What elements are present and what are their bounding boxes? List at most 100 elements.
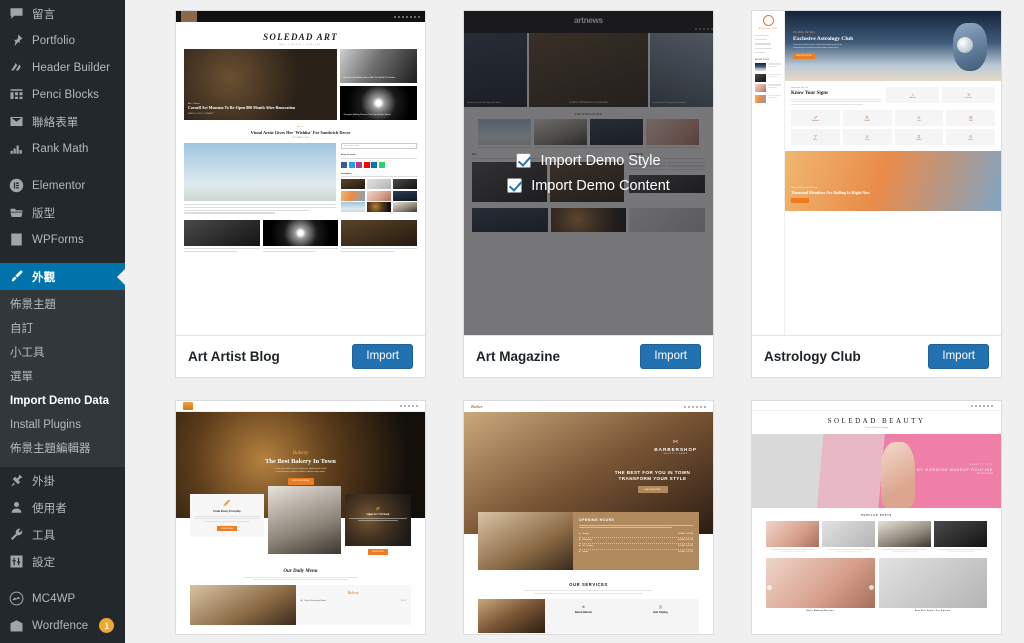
sidebar-separator [0,162,125,172]
sidebar-item-header-builder[interactable]: Header Builder [0,54,125,81]
hours-day: Monday [582,533,589,536]
banner-title: Thousand Members Are Rolling In Right No… [791,190,871,196]
feature-title: Open At 7 O'Clock [366,513,390,516]
demo-card-art-artist-blog[interactable]: SOLEDAD ART ART / BLOG / DIGITAL Art • C… [175,10,426,378]
hours-time: 8:00 AM - 9:00 PM [678,533,693,536]
section-title: Know Your Signs [791,90,828,96]
wordpress-admin-screen: 留言 Portfolio Header Builder Penci Blocks [0,0,1024,643]
feature-button[interactable]: LEARN MORE [217,525,238,532]
submenu-item-theme-editor[interactable]: 佈景主題編輯器 [0,437,125,461]
demo-card-astrology-club[interactable]: ASTROLOGY CLUB RECENT POSTS The Moon, Th… [751,10,1002,378]
sidebar-item-label: Elementor [32,179,86,192]
zodiac-icon: ♉ [865,133,869,139]
site-tagline: Fashion & Beauty Blogger [864,427,889,429]
sidebar-item-elementor[interactable]: Elementor [0,172,125,199]
import-button[interactable]: Import [352,343,413,370]
hero-subtitle: TRANSFORM YOUR STYLE [618,476,687,481]
hero-cta-button[interactable]: DISCOVER MORE [793,53,815,60]
submenu-item-customize[interactable]: 自訂 [0,317,125,341]
sidebar-item-label: 外觀 [32,271,56,284]
bullet-icon: ◆ [300,599,303,603]
import-demo-style-option[interactable]: Import Demo Style [516,153,661,169]
demo-card-beauty-blog[interactable]: SOLEDAD BEAUTY Fashion & Beauty Blogger … [751,400,1002,635]
wordfence-update-badge: 1 [99,618,115,633]
hero-title: Cornell Art Museum To Re-Open 800 Month … [188,105,296,111]
feature-title: Fresh Pastry Everyday [213,510,241,513]
site-logo: SOLEDAD ART [263,32,338,42]
hero-cta-button[interactable]: DISCOVER MORE [287,477,314,485]
elementor-icon [8,177,25,194]
widget-title: RECENT POSTS [755,59,769,62]
zodiac-icon: ≈ [911,91,914,97]
sidebar-item-label: 版型 [32,207,56,220]
sidebar-item-label: 留言 [32,8,56,21]
site-preview-barbershop: Barber ✂ BARBERSHOP HAIRCUT & SHAVE THE … [464,401,713,634]
sidebar-item-appearance[interactable]: 外觀 [0,263,125,290]
zodiac-icon: ♈ [813,133,818,139]
demo-thumbnail: artnews Sculptures Make Art Figures In M… [464,11,713,336]
hero-cta-button[interactable]: DISCOVER MORE [637,486,668,493]
sidebar-item-plugins[interactable]: 外掛 [0,467,125,494]
submenu-item-menus[interactable]: 選單 [0,365,125,389]
wrench-icon [8,526,25,543]
demo-card-art-magazine[interactable]: artnews Sculptures Make Art Figures In M… [463,10,714,378]
sidebar-item-label: 使用者 [32,502,67,515]
demo-title: Art Artist Blog [188,349,280,364]
submenu-item-import-demo-data[interactable]: Import Demo Data [0,389,125,413]
site-logo: ASTROLOGY CLUB [758,27,778,30]
demo-card-bakery[interactable]: Bakery The Best Bakery In Town Lorem ips… [175,400,426,635]
demo-card-footer: Astrology Club Import [752,336,1001,377]
brand-badge: BARBERSHOP [654,447,697,452]
sidebar-item-rank-math[interactable]: Rank Math [0,135,125,162]
demo-thumbnail: SOLEDAD ART ART / BLOG / DIGITAL Art • C… [176,11,425,336]
demo-thumbnail: Bakery The Best Bakery In Town Lorem ips… [176,401,425,634]
import-options-overlay: Import Demo Style Import Demo Content [464,11,713,335]
demo-card-barbershop[interactable]: Barber ✂ BARBERSHOP HAIRCUT & SHAVE THE … [463,400,714,635]
demo-title: Astrology Club [764,349,861,364]
post-title: Daily Makeup Routine [806,610,835,613]
bread-icon: 🥖 [223,501,231,507]
envelope-icon [8,113,25,130]
sidebar-item-wordfence[interactable]: Wordfence 1 [0,612,125,639]
site-preview-astrology-club: ASTROLOGY CLUB RECENT POSTS The Moon, Th… [752,11,1001,335]
section-title: Our Daily Menu [283,568,318,574]
import-demo-data-panel: SOLEDAD ART ART / BLOG / DIGITAL Art • C… [125,0,1024,643]
hours-title: OPENING HOURS [579,518,615,522]
demo-thumbnail: ASTROLOGY CLUB RECENT POSTS The Moon, Th… [752,11,1001,336]
sidebar-item-contact-form[interactable]: 聯絡表單 [0,108,125,135]
site-logo: SOLEDAD BEAUTY [827,417,926,425]
sidebar-separator [0,253,125,263]
sidebar-item-portfolio[interactable]: Portfolio [0,27,125,54]
wheat-icon: 🌾 [375,506,381,511]
hero-title: Exclusive Astrology Club [793,35,854,42]
sidebar-item-label: 設定 [32,556,56,569]
hero-kicker: Art • Culture [188,102,200,105]
submenu-item-themes[interactable]: 佈景主題 [0,293,125,317]
submenu-item-widgets[interactable]: 小工具 [0,341,125,365]
sidebar-separator [0,575,125,585]
hours-day: Holiday [582,551,589,554]
feature-button[interactable]: LEARN MORE [367,549,388,555]
sidebar-item-comments[interactable]: 留言 [0,0,125,27]
sidebar-item-users[interactable]: 使用者 [0,494,125,521]
sidebar-item-tools[interactable]: 工具 [0,521,125,548]
sidebar-item-mc4wp[interactable]: MC4WP [0,585,125,612]
sidebar-item-wpforms[interactable]: WPForms [0,226,125,253]
zodiac-icon: ♐ [813,114,818,120]
zodiac-icon: ♑ [966,91,971,97]
zodiac-icon: ♋ [968,133,973,139]
checkbox-checked-icon[interactable] [516,153,532,168]
import-demo-content-option[interactable]: Import Demo Content [507,178,670,194]
sidebar-item-templates[interactable]: 版型 [0,199,125,226]
section-kicker: Horoscope For You [791,87,809,89]
checkbox-checked-icon[interactable] [507,178,523,193]
sidebar-separator [0,639,125,643]
hero-kicker: BEAUTY / TIPS [969,464,993,466]
demo-grid: SOLEDAD ART ART / BLOG / DIGITAL Art • C… [175,10,1002,635]
submenu-item-install-plugins[interactable]: Install Plugins [0,413,125,437]
import-button[interactable]: Import [640,343,701,370]
sidebar-item-penci-blocks[interactable]: Penci Blocks [0,81,125,108]
import-button[interactable]: Import [928,343,989,370]
sidebar-item-settings[interactable]: 設定 [0,548,125,575]
folder-icon [8,204,25,221]
